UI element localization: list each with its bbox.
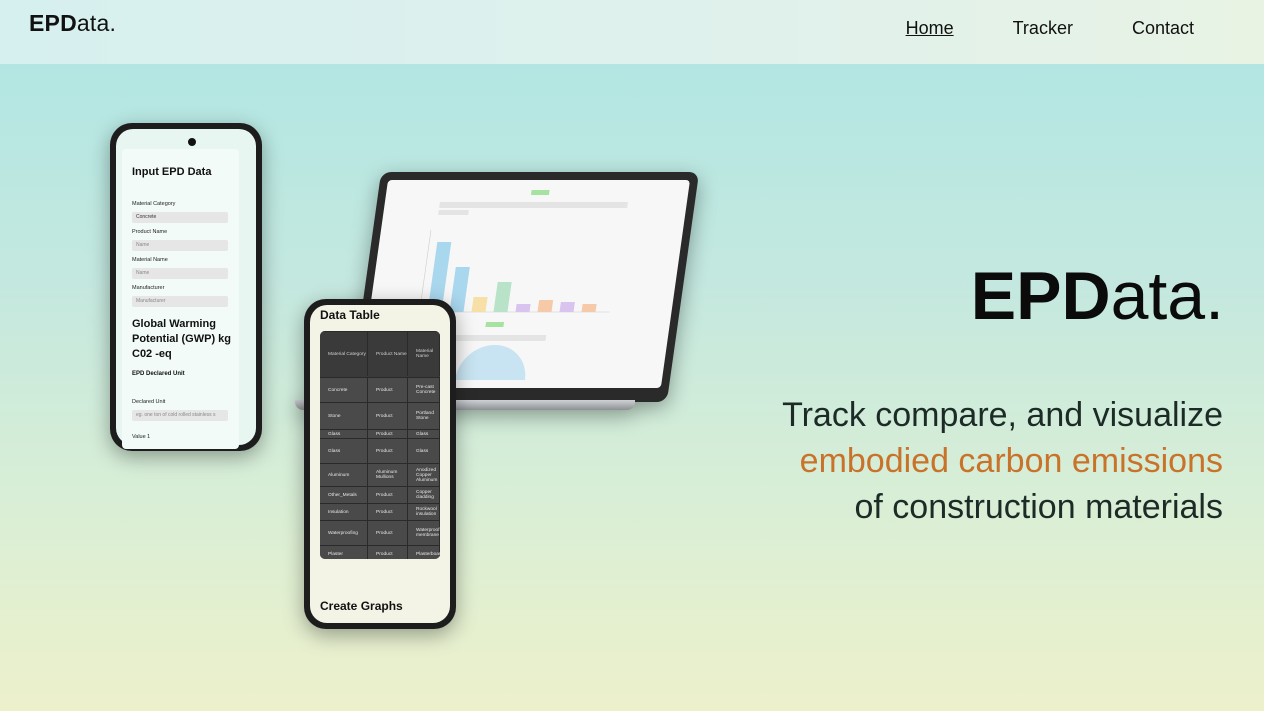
material-name-input[interactable]: Name xyxy=(132,268,228,279)
table-cell: Insulation xyxy=(320,504,368,520)
logo-rest: ata. xyxy=(76,10,117,36)
material-name-label: Material Name xyxy=(132,257,168,263)
table-cell: Glass xyxy=(320,430,368,438)
hero-title-rest: ata. xyxy=(1110,258,1224,334)
table-header-cell: Material Name xyxy=(408,332,440,376)
laptop-bar xyxy=(515,304,531,312)
input-card-title: Input EPD Data xyxy=(132,166,212,178)
table-cell: Product xyxy=(368,439,408,463)
table-cell: Product xyxy=(368,487,408,503)
table-cell: Copper cladding xyxy=(408,487,440,503)
table-row[interactable]: PlasterProductPlasterboard xyxy=(320,545,440,559)
manufacturer-label: Manufacturer xyxy=(132,285,165,291)
logo-bold: EPD xyxy=(29,10,77,36)
declared-unit-heading: EPD Declared Unit xyxy=(132,371,185,377)
declared-unit-label: Declared Unit xyxy=(132,399,166,405)
table-cell: Pre-cast Concrete xyxy=(408,378,440,402)
nav-link-tracker[interactable]: Tracker xyxy=(1013,18,1073,39)
table-cell: Product xyxy=(368,546,408,559)
laptop-bar xyxy=(537,300,554,312)
table-cell: Product xyxy=(368,521,408,545)
table-row[interactable]: Waterproofing Product Waterproof membrane xyxy=(320,520,440,545)
hero-title-bold: EPD xyxy=(970,258,1111,334)
table-cell: Stone xyxy=(320,403,368,429)
tagline-line-3: of construction materials xyxy=(854,488,1224,526)
table-cell: Anodized Copper Aluminum xyxy=(408,464,440,486)
table-cell: Product xyxy=(368,430,408,438)
table-cell: Product xyxy=(368,378,408,402)
table-cell: Glass xyxy=(320,439,368,463)
table-cell: Glass xyxy=(408,439,440,463)
nav-link-home[interactable]: Home xyxy=(906,18,954,39)
nav-links: Home Tracker Contact xyxy=(906,18,1194,39)
tagline-line-1: Track compare, and visualize xyxy=(782,396,1223,434)
nav-link-contact[interactable]: Contact xyxy=(1132,18,1194,39)
product-name-input[interactable]: Name xyxy=(132,240,228,251)
laptop-bar xyxy=(471,297,488,312)
product-name-label: Product Name xyxy=(132,229,168,235)
table-row[interactable]: Stone Product Portland Stone xyxy=(320,402,440,429)
table-cell: Product xyxy=(368,403,408,429)
camera-icon xyxy=(188,138,196,146)
material-category-label: Material Category xyxy=(132,201,176,207)
laptop-bar xyxy=(449,267,470,312)
table-cell: Product xyxy=(368,504,408,520)
laptop-bars xyxy=(427,242,597,312)
phone-table-screen: Data Table Material Category Product Name… xyxy=(310,305,450,623)
gwp-heading: Global Warming Potential (GWP) kg C02 -e… xyxy=(132,318,231,360)
table-row[interactable]: Glass Product Glass xyxy=(320,438,440,463)
manufacturer-input[interactable]: Manufacturer xyxy=(132,296,228,307)
table-row[interactable]: Other_Metals Product Copper cladding xyxy=(320,486,440,503)
table-cell: Plaster xyxy=(320,546,368,559)
laptop-bar xyxy=(581,304,597,312)
tagline-accent: embodied carbon emissions xyxy=(799,442,1223,480)
value-label: Value 1 xyxy=(132,434,151,440)
table-row[interactable]: Aluminum Aluminum Mullions Anodized Copper… xyxy=(320,463,440,486)
table-cell: Rockwool insulation xyxy=(408,504,440,520)
logo[interactable]: EPData. xyxy=(29,10,116,37)
top-nav: EPData. Home Tracker Contact xyxy=(0,0,1264,64)
table-row[interactable]: Insulation Product Rockwool insulation xyxy=(320,503,440,520)
data-table-title: Data Table xyxy=(320,308,380,322)
table-cell: Aluminum Mullions xyxy=(368,464,408,486)
data-table: Material Category Product Name Material Na… xyxy=(320,331,440,559)
table-cell: Plasterboard xyxy=(408,546,440,559)
table-cell: Concrete xyxy=(320,378,368,402)
table-row[interactable]: Glass Product Glass xyxy=(320,429,440,438)
table-cell: Portland Stone xyxy=(408,403,440,429)
table-header-cell: Product Name xyxy=(368,332,408,376)
phone-table-mockup: Data Table Material Category Product Name… xyxy=(304,299,456,629)
table-header-cell: Material Category xyxy=(320,332,368,376)
create-graphs-heading: Create Graphs xyxy=(320,599,403,613)
table-cell: Waterproof membrane xyxy=(408,521,440,545)
laptop-bar xyxy=(559,302,575,312)
hero-tagline: Track compare, and visualize embodied ca… xyxy=(782,392,1223,530)
phone-input-mockup: Input EPD Data Material Category Concret… xyxy=(110,123,262,451)
table-cell: Other_Metals xyxy=(320,487,368,503)
table-cell: Glass xyxy=(408,430,440,438)
material-category-select[interactable]: Concrete xyxy=(132,212,228,223)
declared-unit-input[interactable]: eg. one ton of cold rolled stainless s xyxy=(132,410,228,421)
laptop-bar xyxy=(493,282,512,312)
table-cell: Waterproofing xyxy=(320,521,368,545)
hero-title: EPData. xyxy=(971,262,1224,330)
table-row[interactable]: Concrete Product Pre-cast Concrete xyxy=(320,377,440,402)
table-cell: Aluminum xyxy=(320,464,368,486)
table-header-row: Material Category Product Name Material Na… xyxy=(320,331,440,376)
